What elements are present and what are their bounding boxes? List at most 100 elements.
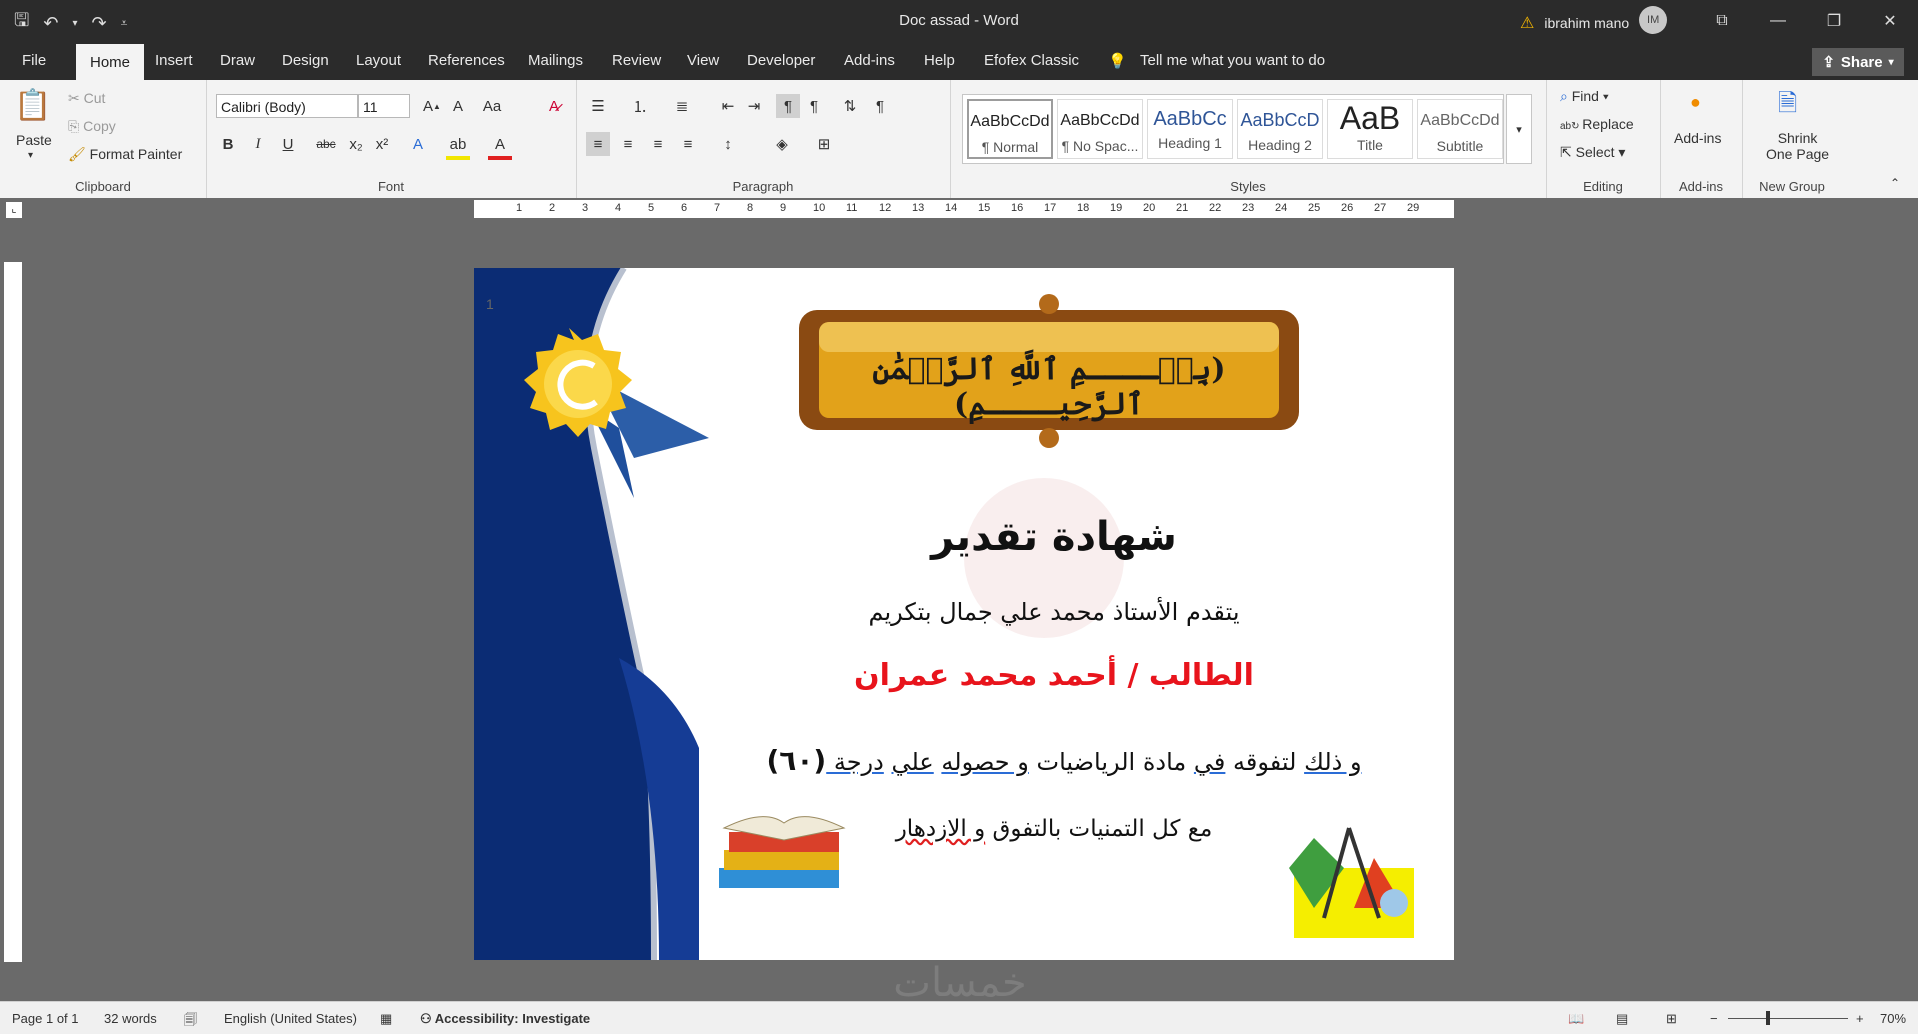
justify-icon[interactable]: ≡ xyxy=(676,132,700,156)
multilevel-list-icon[interactable]: ≣ xyxy=(670,94,694,118)
decrease-indent-icon[interactable]: ⇤ xyxy=(716,94,740,118)
share-button[interactable]: ⇪ Share ▾ xyxy=(1812,48,1904,76)
select-button[interactable]: ⇱ Select ▾ xyxy=(1560,144,1625,161)
align-center-icon[interactable]: ≡ xyxy=(616,132,640,156)
vertical-ruler[interactable] xyxy=(4,262,22,962)
tab-developer[interactable]: Developer xyxy=(747,52,815,69)
style-subtitle[interactable]: AaBbCcDd Subtitle xyxy=(1417,99,1503,159)
tab-selector-icon[interactable]: ⌞ xyxy=(6,202,22,218)
replace-button[interactable]: ab↻ Replace xyxy=(1560,116,1634,132)
zoom-out-icon[interactable]: − xyxy=(1710,1011,1718,1026)
line-spacing-icon[interactable]: ↕ xyxy=(716,132,740,156)
web-layout-icon[interactable]: ⊞ xyxy=(1666,1011,1677,1027)
find-button[interactable]: ⌕ Find ▾ xyxy=(1560,88,1609,105)
clear-formatting-icon[interactable]: A̷ xyxy=(542,94,566,118)
addins-button[interactable]: Add-ins xyxy=(1674,130,1721,146)
text-effects-icon[interactable]: A xyxy=(406,132,430,156)
style-normal[interactable]: AaBbCcDd ¶ Normal xyxy=(967,99,1053,159)
tab-design[interactable]: Design xyxy=(282,52,329,69)
style-no-spacing[interactable]: AaBbCcDd ¶ No Spac... xyxy=(1057,99,1143,159)
font-size-select[interactable]: 11 xyxy=(358,94,410,118)
format-painter-button[interactable]: 🖌 Format Painter xyxy=(68,146,182,163)
ruler-number: 16 xyxy=(1011,202,1024,214)
font-color-icon[interactable]: A xyxy=(488,132,512,160)
zoom-level[interactable]: 70% xyxy=(1880,1011,1906,1026)
change-case-button[interactable]: Aa xyxy=(480,94,504,118)
font-family-select[interactable]: Calibri (Body) xyxy=(216,94,358,118)
ruler-number: 11 xyxy=(846,202,858,214)
print-layout-icon[interactable]: ▤ xyxy=(1616,1011,1628,1027)
tab-help[interactable]: Help xyxy=(924,52,955,69)
bullets-icon[interactable]: ☰ xyxy=(586,94,610,118)
cut-button[interactable]: ✂ Cut xyxy=(68,90,105,107)
warning-icon[interactable]: ⚠ xyxy=(1520,13,1534,33)
paste-dropdown-icon[interactable]: ▾ xyxy=(28,150,33,161)
ruler-number: 18 xyxy=(1077,202,1090,214)
language-indicator[interactable]: English (United States) xyxy=(224,1011,357,1026)
tab-efofex-classic[interactable]: Efofex Classic xyxy=(984,52,1079,69)
show-formatting-icon[interactable]: ¶ xyxy=(868,94,892,118)
increase-indent-icon[interactable]: ⇥ xyxy=(742,94,766,118)
paste-button[interactable]: Paste xyxy=(16,132,52,148)
style-sample: AaBbCc xyxy=(1153,108,1227,130)
minimize-icon[interactable]: — xyxy=(1750,0,1806,42)
align-left-icon[interactable]: ≡ xyxy=(586,132,610,156)
style-title[interactable]: AaB Title xyxy=(1327,99,1413,159)
rtl-icon[interactable]: ¶ xyxy=(802,94,826,118)
close-icon[interactable]: ✕ xyxy=(1862,0,1918,42)
document-page[interactable]: 1 (بِسۡــــمِ ٱللَّهِ ٱلرَّحۡمَٰنِ ٱلرَّ… xyxy=(474,268,1454,960)
strikethrough-button[interactable]: abc xyxy=(314,132,338,156)
bold-button[interactable]: B xyxy=(216,132,240,156)
zoom-in-icon[interactable]: + xyxy=(1856,1011,1864,1026)
read-mode-icon[interactable]: 📖 xyxy=(1568,1011,1584,1027)
proofing-icon[interactable]: 🗐 xyxy=(184,1011,197,1033)
italic-button[interactable]: I xyxy=(246,132,270,156)
accessibility-status[interactable]: ⚇ Accessibility: Investigate xyxy=(420,1011,590,1027)
ruler-number: 27 xyxy=(1374,202,1387,214)
paste-icon[interactable]: 📋 xyxy=(14,88,51,123)
addins-icon[interactable]: ● xyxy=(1690,92,1701,113)
style-heading-2[interactable]: AaBbCcD Heading 2 xyxy=(1237,99,1323,159)
sort-icon[interactable]: ⇅ xyxy=(838,94,862,118)
tab-references[interactable]: References xyxy=(428,52,505,69)
macro-icon[interactable]: ▦ xyxy=(380,1011,392,1027)
ruler-number: 23 xyxy=(1242,202,1255,214)
page-count[interactable]: Page 1 of 1 xyxy=(12,1011,79,1026)
tab-home[interactable]: Home xyxy=(76,44,145,80)
collapse-ribbon-icon[interactable]: ⌃ xyxy=(1890,176,1900,190)
tab-view[interactable]: View xyxy=(687,52,719,69)
tab-mailings[interactable]: Mailings xyxy=(528,52,583,69)
tab-review[interactable]: Review xyxy=(612,52,661,69)
highlight-icon[interactable]: ab xyxy=(446,132,470,160)
restore-icon[interactable]: ❐ xyxy=(1806,0,1862,42)
shrink-page-icon[interactable]: 🗎 xyxy=(1778,86,1797,127)
shrink-one-page-button[interactable]: Shrink One Page xyxy=(1766,130,1829,162)
tab-add-ins[interactable]: Add-ins xyxy=(844,52,895,69)
horizontal-ruler[interactable]: 1 2 3 4 5 6 7 8 9 10 11 12 13 14 15 16 17 18 19 20 21 22 23 24 2… xyxy=(474,200,1454,218)
style-heading-1[interactable]: AaBbCc Heading 1 xyxy=(1147,99,1233,159)
shrink-font-icon[interactable]: A xyxy=(446,94,470,118)
underline-button[interactable]: U xyxy=(276,132,300,156)
superscript-button[interactable]: x² xyxy=(370,132,394,156)
copy-button[interactable]: ⎘ Copy xyxy=(68,118,116,135)
styles-more-icon[interactable]: ▾ xyxy=(1506,94,1532,164)
tab-file[interactable]: File xyxy=(22,52,46,69)
borders-icon[interactable]: ⊞ xyxy=(812,132,836,156)
tab-insert[interactable]: Insert xyxy=(155,52,193,69)
shading-icon[interactable]: ◈ xyxy=(770,132,794,156)
subscript-button[interactable]: x₂ xyxy=(344,132,368,156)
grow-font-icon[interactable]: A ▲ xyxy=(420,94,444,118)
ltr-icon[interactable]: ¶ xyxy=(776,94,800,118)
certificate-title: شهادة تقدير xyxy=(931,514,1177,560)
numbering-icon[interactable]: ⒈ xyxy=(628,94,652,118)
zoom-slider[interactable] xyxy=(1728,1018,1848,1019)
tab-draw[interactable]: Draw xyxy=(220,52,255,69)
tell-me-search[interactable]: Tell me what you want to do xyxy=(1140,52,1325,69)
word-count[interactable]: 32 words xyxy=(104,1011,157,1026)
align-right-icon[interactable]: ≡ xyxy=(646,132,670,156)
zoom-slider-thumb[interactable] xyxy=(1766,1011,1770,1025)
avatar[interactable]: IM xyxy=(1639,6,1668,34)
user-name[interactable]: ibrahim mano xyxy=(1544,15,1629,31)
tab-layout[interactable]: Layout xyxy=(356,52,401,69)
ribbon-display-icon[interactable]: ⧉ xyxy=(1694,0,1750,42)
